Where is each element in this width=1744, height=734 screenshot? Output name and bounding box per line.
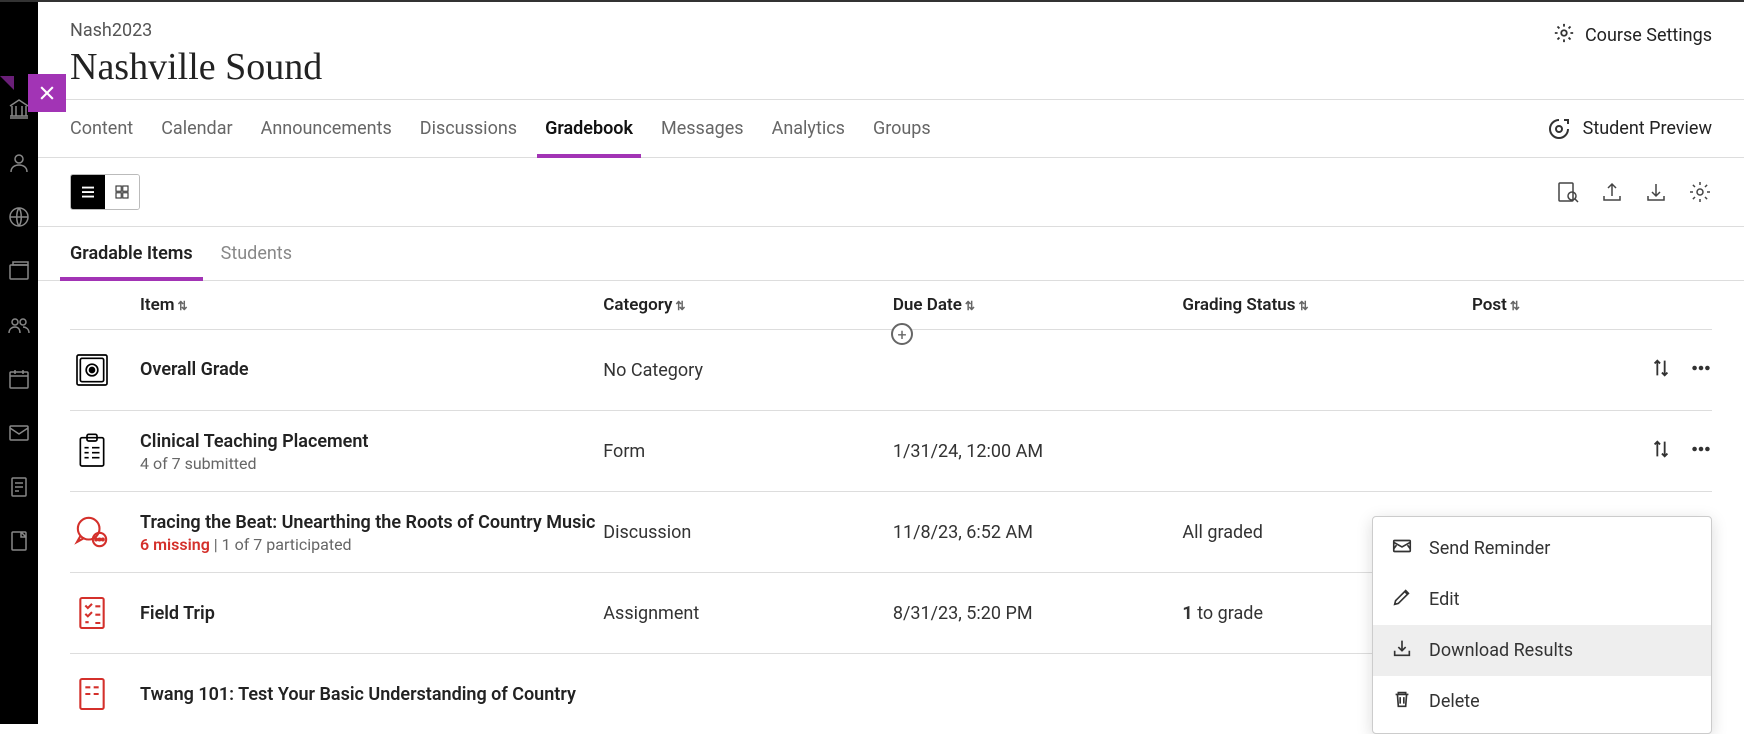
item-due-date: 11/8/23, 6:52 AM (893, 522, 1183, 543)
table-row: Clinical Teaching Placement4 of 7 submit… (70, 411, 1712, 492)
sub-tab-students[interactable]: Students (221, 227, 292, 280)
courses-icon[interactable] (7, 259, 31, 283)
trash-icon (1391, 688, 1413, 715)
view-switch (70, 174, 140, 210)
sub-tab-gradable-items[interactable]: Gradable Items (70, 227, 193, 280)
item-category: No Category (603, 360, 893, 381)
column-header-due[interactable]: Due Date (893, 295, 1183, 315)
institution-icon[interactable] (7, 97, 31, 121)
test-icon (70, 672, 114, 716)
mail-icon (1391, 535, 1413, 562)
profile-icon[interactable] (7, 151, 31, 175)
nav-tab-calendar[interactable]: Calendar (161, 100, 232, 157)
form-icon (70, 429, 114, 473)
reorder-icon[interactable] (1650, 438, 1672, 464)
item-category: Form (603, 441, 893, 462)
more-options-icon[interactable] (1690, 438, 1712, 464)
menu-item-label: Send Reminder (1429, 538, 1550, 559)
nav-tab-groups[interactable]: Groups (873, 100, 931, 157)
upload-icon[interactable] (1600, 180, 1624, 204)
add-item-button[interactable]: + (891, 323, 913, 345)
nav-tab-messages[interactable]: Messages (661, 100, 744, 157)
column-header-item[interactable]: Item (140, 295, 603, 315)
menu-item-send-reminder[interactable]: Send Reminder (1373, 523, 1711, 574)
course-settings-label: Course Settings (1585, 25, 1712, 46)
menu-item-label: Edit (1429, 589, 1459, 610)
student-preview-button[interactable]: Student Preview (1547, 117, 1712, 141)
item-due-date: 8/31/23, 5:20 PM (893, 603, 1183, 624)
menu-item-edit[interactable]: Edit (1373, 574, 1711, 625)
column-header-category[interactable]: Category (603, 295, 893, 315)
menu-item-label: Download Results (1429, 640, 1573, 661)
course-code: Nash2023 (70, 20, 322, 41)
grid-view-button[interactable] (105, 175, 139, 209)
course-title: Nashville Sound (70, 45, 322, 89)
item-title-link[interactable]: Twang 101: Test Your Basic Understanding… (140, 682, 603, 707)
table-row: Overall GradeNo Category (70, 330, 1712, 411)
pencil-icon (1391, 586, 1413, 613)
overall-icon (70, 348, 114, 392)
discussion-icon (70, 510, 114, 554)
item-subtitle: 4 of 7 submitted (140, 454, 603, 473)
item-due-date: 1/31/24, 12:00 AM (893, 441, 1183, 462)
course-settings-button[interactable]: Course Settings (1553, 20, 1712, 48)
messages-icon[interactable] (7, 421, 31, 445)
nav-tab-announcements[interactable]: Announcements (261, 100, 392, 157)
column-header-post[interactable]: Post (1472, 295, 1612, 315)
item-category: Discussion (603, 522, 893, 543)
close-panel-button[interactable] (28, 74, 66, 112)
menu-item-delete[interactable]: Delete (1373, 676, 1711, 724)
row-context-menu: Send Reminder Edit Download Results Delete (1372, 516, 1712, 724)
item-title-link[interactable]: Field Trip (140, 601, 603, 626)
search-gradebook-icon[interactable] (1556, 180, 1580, 204)
gear-icon (1553, 22, 1575, 48)
list-view-button[interactable] (71, 175, 105, 209)
nav-tab-gradebook[interactable]: Gradebook (545, 100, 633, 157)
assignment-icon (70, 591, 114, 635)
download-icon (1391, 637, 1413, 664)
reorder-icon[interactable] (1650, 357, 1672, 383)
menu-item-label: Delete (1429, 691, 1480, 712)
item-title-link[interactable]: Clinical Teaching Placement (140, 429, 603, 454)
more-options-icon[interactable] (1690, 357, 1712, 383)
item-category: Assignment (603, 603, 893, 624)
menu-item-download-results[interactable]: Download Results (1373, 625, 1711, 676)
nav-tab-discussions[interactable]: Discussions (420, 100, 517, 157)
student-preview-label: Student Preview (1583, 118, 1712, 139)
grades-icon[interactable] (7, 475, 31, 499)
item-title-link[interactable]: Overall Grade (140, 357, 603, 382)
gradebook-settings-icon[interactable] (1688, 180, 1712, 204)
item-title-link[interactable]: Tracing the Beat: Unearthing the Roots o… (140, 510, 603, 535)
download-icon[interactable] (1644, 180, 1668, 204)
item-subtitle: 6 missing | 1 of 7 participated (140, 535, 603, 554)
tools-icon[interactable] (7, 529, 31, 553)
nav-tab-analytics[interactable]: Analytics (772, 100, 845, 157)
globe-icon[interactable] (7, 205, 31, 229)
groups-icon[interactable] (7, 313, 31, 337)
nav-tab-content[interactable]: Content (70, 100, 133, 157)
column-header-status[interactable]: Grading Status (1182, 295, 1472, 315)
calendar-icon[interactable] (7, 367, 31, 391)
